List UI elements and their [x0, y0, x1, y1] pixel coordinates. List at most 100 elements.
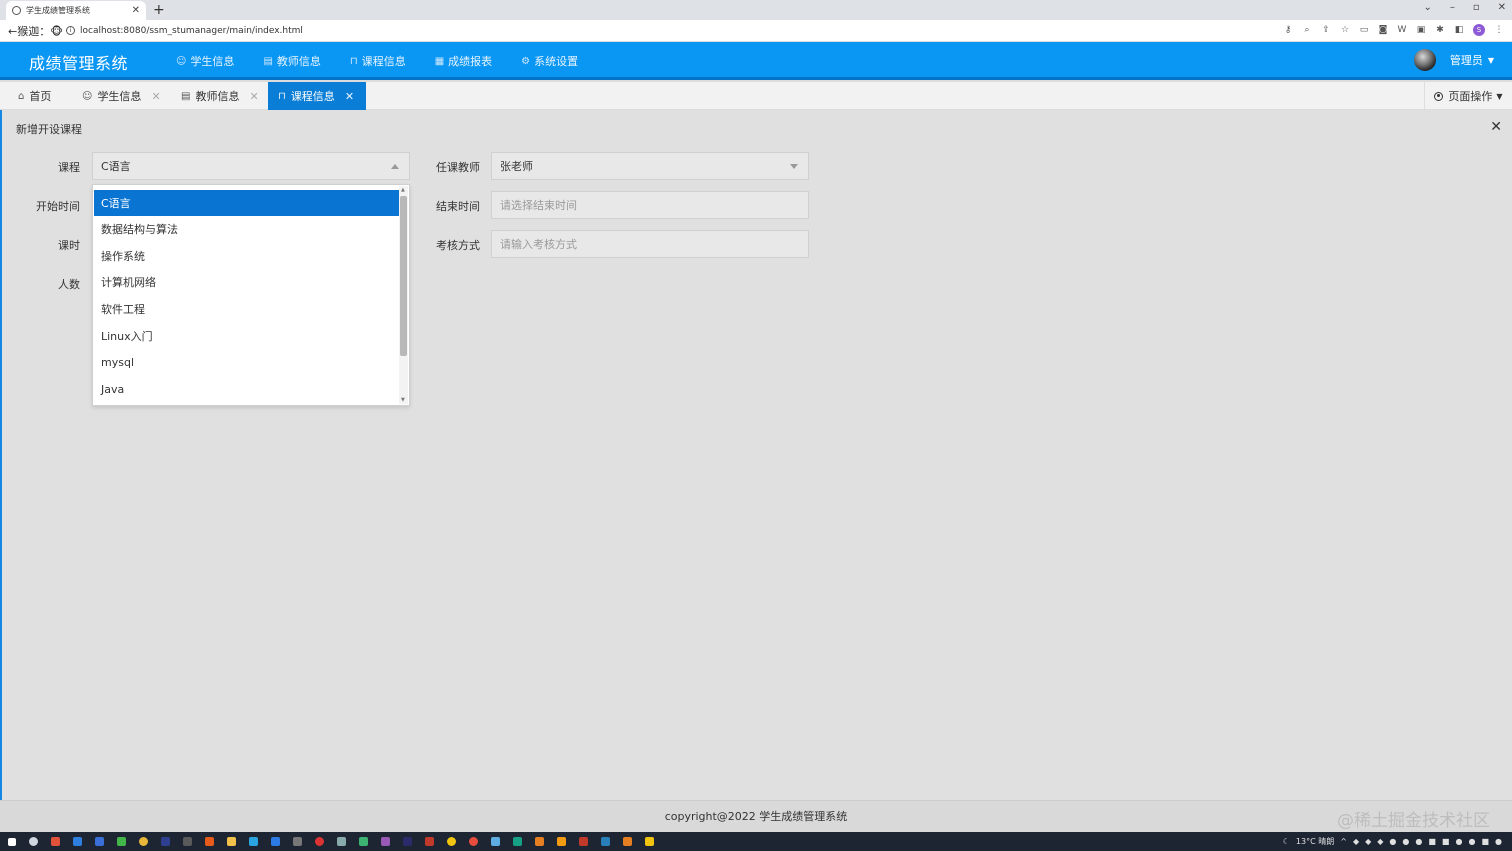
app-icon[interactable] — [623, 837, 632, 846]
app-icon[interactable] — [95, 837, 104, 846]
minimize-button[interactable]: – — [1450, 2, 1455, 13]
end-time-input[interactable]: 请选择结束时间 — [491, 191, 809, 219]
scrollbar-thumb[interactable] — [400, 196, 407, 356]
app-icon[interactable] — [205, 837, 214, 846]
page-operations-button[interactable]: 页面操作 ▼ — [1424, 82, 1512, 110]
cast-icon[interactable]: ▭ — [1359, 25, 1369, 35]
dropdown-option[interactable]: C语言 — [94, 190, 400, 216]
window-close-button[interactable]: ✕ — [1498, 2, 1506, 13]
tab-close-icon[interactable]: ✕ — [151, 90, 160, 103]
tray-icon[interactable]: ● — [1455, 837, 1462, 846]
extension-w-icon[interactable]: W — [1397, 25, 1407, 35]
tray-icon[interactable]: ● — [1495, 837, 1502, 846]
teacher-select[interactable]: 张老师 — [491, 152, 809, 180]
puzzle-icon[interactable]: ✱ — [1435, 25, 1445, 35]
url-field[interactable]: i localhost:8080/ssm_stumanager/main/ind… — [66, 26, 303, 36]
app-icon[interactable] — [403, 837, 412, 846]
app-icon[interactable] — [51, 837, 60, 846]
app-icon[interactable] — [557, 837, 566, 846]
app-icon[interactable] — [469, 837, 478, 846]
url-text[interactable]: localhost:8080/ssm_stumanager/main/index… — [80, 26, 303, 36]
app-icon[interactable] — [293, 837, 302, 846]
tab-close-icon[interactable]: ✕ — [249, 90, 258, 103]
menu-icon[interactable]: ⋮ — [1494, 25, 1504, 35]
nav-course-info[interactable]: ⊓ 课程信息 — [350, 53, 406, 69]
tray-icon[interactable]: ■ — [1442, 837, 1450, 846]
windows-start-icon[interactable] — [8, 837, 16, 846]
tray-icon[interactable]: ● — [1468, 837, 1475, 846]
exam-method-input[interactable]: 请输入考核方式 — [491, 230, 809, 258]
zoom-icon[interactable]: ⌕ — [1302, 25, 1312, 35]
app-icon[interactable] — [271, 837, 280, 846]
folder-icon[interactable] — [227, 837, 236, 846]
dropdown-option[interactable]: Java — [94, 376, 400, 402]
dropdown-option[interactable]: mysql — [94, 349, 400, 375]
app-icon[interactable] — [315, 837, 324, 846]
dropdown-scrollbar[interactable]: ▲ ▼ — [399, 186, 408, 404]
tray-icon[interactable]: ◆ — [1365, 837, 1371, 846]
user-label[interactable]: 管理员 — [1450, 52, 1483, 68]
tab-course-info[interactable]: ⊓ 课程信息 ✕ — [268, 82, 366, 110]
ide-icon[interactable] — [161, 837, 170, 846]
dropdown-option[interactable]: 操作系统 — [94, 243, 400, 269]
maximize-button[interactable]: ▫ — [1473, 2, 1480, 13]
app-icon[interactable] — [491, 837, 500, 846]
camera-icon[interactable]: ◙ — [1378, 25, 1388, 35]
app-icon[interactable] — [447, 837, 456, 846]
tray-icon[interactable]: ● — [1389, 837, 1396, 846]
close-icon[interactable]: ✕ — [1490, 119, 1502, 135]
app-icon[interactable] — [579, 837, 588, 846]
nav-teacher-info[interactable]: ▤ 教师信息 — [263, 53, 320, 69]
app-icon[interactable] — [249, 837, 258, 846]
info-icon[interactable]: i — [66, 26, 75, 35]
nav-system-settings[interactable]: ⚙ 系统设置 — [521, 53, 578, 69]
tab-student-info[interactable]: ☺ 学生信息 ✕ — [72, 82, 171, 110]
tray-icon[interactable]: ● — [1415, 837, 1422, 846]
back-button[interactable]: ←猴迦：🐵 — [8, 23, 63, 39]
profile-avatar[interactable]: S — [1473, 24, 1485, 36]
app-icon[interactable] — [359, 837, 368, 846]
tab-teacher-info[interactable]: ▤ 教师信息 ✕ — [171, 82, 269, 110]
tray-icon[interactable]: ■ — [1428, 837, 1436, 846]
app-icon[interactable] — [183, 837, 192, 846]
app-icon[interactable] — [513, 837, 522, 846]
word-icon[interactable] — [601, 837, 610, 846]
close-tab-icon[interactable]: ✕ — [132, 5, 140, 16]
new-tab-button[interactable]: + — [153, 1, 165, 19]
app-icon[interactable] — [73, 837, 82, 846]
browser-tab[interactable]: 学生成绩管理系统 ✕ — [6, 1, 146, 20]
app-icon[interactable] — [425, 837, 434, 846]
app-icon[interactable] — [535, 837, 544, 846]
dropdown-option[interactable]: Linux入门 — [94, 323, 400, 349]
dropdown-option[interactable]: 软件工程 — [94, 296, 400, 322]
avatar[interactable] — [1413, 49, 1436, 71]
tray-icon[interactable]: ■ — [1481, 837, 1489, 846]
chrome-icon[interactable] — [139, 837, 148, 846]
nav-student-info[interactable]: ☺ 学生信息 — [176, 53, 234, 69]
tray-icon[interactable]: ◆ — [1377, 837, 1383, 846]
image-icon[interactable]: ▣ — [1416, 25, 1426, 35]
scroll-up-icon[interactable]: ▲ — [401, 187, 405, 193]
tray-icon[interactable]: ◆ — [1353, 837, 1359, 846]
chevron-down-icon[interactable]: ⌄ — [1423, 2, 1431, 13]
app-icon[interactable] — [381, 837, 390, 846]
user-menu[interactable]: 管理员 ▼ — [1413, 49, 1494, 71]
star-icon[interactable]: ☆ — [1340, 25, 1350, 35]
search-icon[interactable] — [29, 837, 38, 846]
key-icon[interactable]: ⚷ — [1283, 25, 1293, 35]
wechat-icon[interactable] — [117, 837, 126, 846]
tab-close-icon[interactable]: ✕ — [345, 90, 354, 103]
sidebar-icon[interactable]: ◧ — [1454, 25, 1464, 35]
app-icon[interactable] — [337, 837, 346, 846]
nav-score-report[interactable]: ▦ 成绩报表 — [435, 53, 492, 69]
dropdown-option[interactable]: 计算机网络 — [94, 269, 400, 295]
tab-home[interactable]: ⌂ 首页 — [8, 82, 61, 110]
share-icon[interactable]: ⇪ — [1321, 25, 1331, 35]
course-select[interactable]: C语言 — [92, 152, 410, 180]
weather-text[interactable]: 13°C 晴朗 — [1296, 836, 1334, 847]
app-icon[interactable] — [645, 837, 654, 846]
tray-icon[interactable]: ● — [1402, 837, 1409, 846]
chevron-up-icon[interactable]: ^ — [1340, 837, 1347, 846]
scroll-down-icon[interactable]: ▼ — [401, 397, 405, 403]
dropdown-option[interactable]: 数据结构与算法 — [94, 216, 400, 242]
